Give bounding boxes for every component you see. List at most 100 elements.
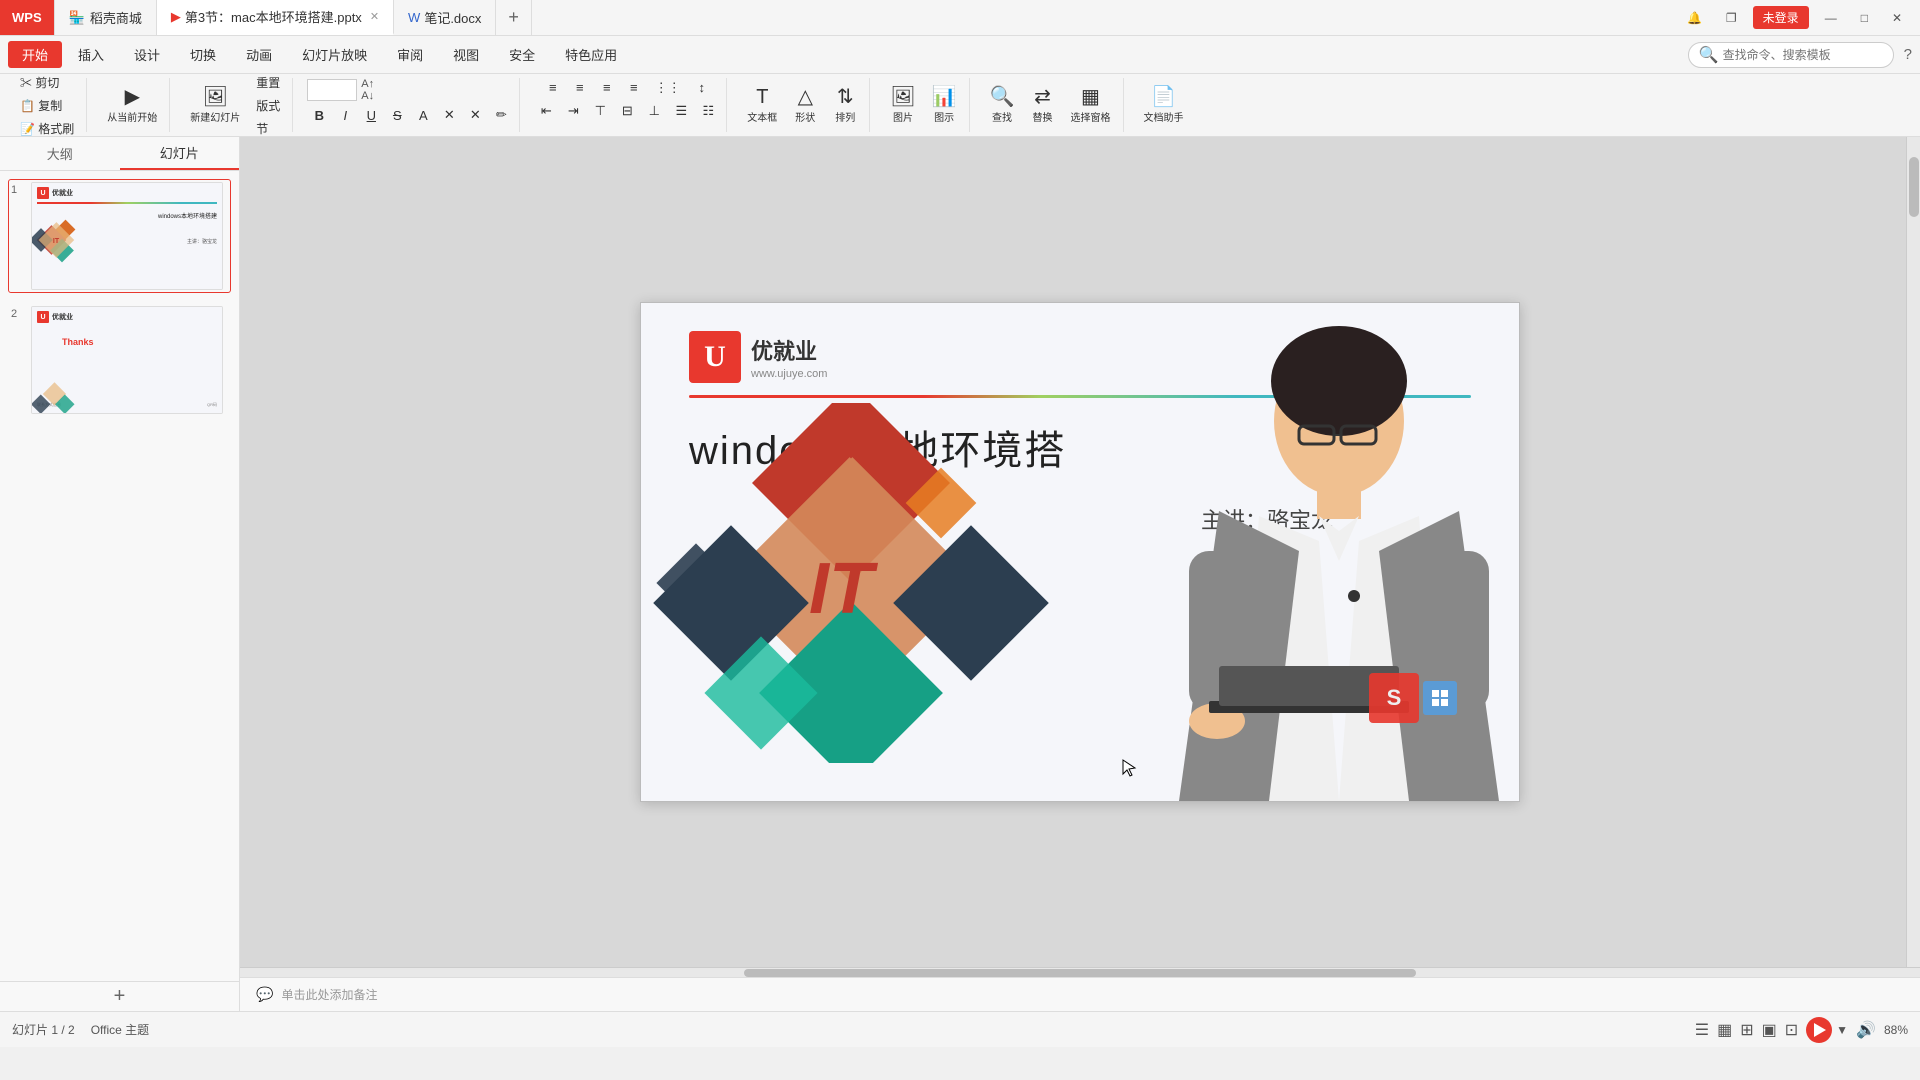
ribbon-tab-view[interactable]: 视图	[439, 41, 493, 68]
restore-icon[interactable]: ❐	[1718, 9, 1745, 27]
tab-pptx[interactable]: ▶ 第3节：mac本地环境搭建.pptx ✕	[157, 0, 394, 35]
audio-icon[interactable]: 🔊	[1856, 1020, 1876, 1040]
play-btn[interactable]: ▶ 从当前开始	[101, 85, 163, 126]
minimize-icon[interactable]: —	[1817, 9, 1845, 27]
font-size-down-btn[interactable]: A↓	[361, 90, 374, 102]
num-list-btn[interactable]: ☷	[696, 101, 720, 121]
textbox-btn[interactable]: T 文本框	[741, 85, 783, 126]
align-justify-btn[interactable]: ≡	[622, 78, 646, 98]
section-btn[interactable]: 节	[250, 118, 286, 139]
new-slide-btn[interactable]: 🖼 新建幻灯片	[184, 85, 246, 126]
slide-item-1[interactable]: 1 U 优就业	[8, 179, 231, 293]
tab-daoke[interactable]: 🏪 稻壳商城	[55, 0, 157, 35]
paste-format-btn[interactable]: 📝 格式刷	[14, 118, 80, 139]
search-bar[interactable]: 🔍	[1688, 42, 1894, 68]
read-view-icon[interactable]: ⊡	[1785, 1020, 1798, 1040]
copy-btn[interactable]: 📋 复制	[14, 95, 80, 116]
list-btn[interactable]: ☰	[669, 101, 693, 121]
cut-btn[interactable]: ✂ 剪切	[14, 72, 80, 93]
tab-outline[interactable]: 大纲	[0, 137, 120, 170]
play-slideshow-btn[interactable]	[1806, 1017, 1832, 1043]
grid-view-icon[interactable]: ⊞	[1740, 1020, 1753, 1040]
ribbon-tab-review[interactable]: 审阅	[383, 41, 437, 68]
h-scroll[interactable]	[240, 967, 1920, 977]
slide-num-1: 1	[11, 184, 27, 196]
tab-docx[interactable]: W 笔记.docx	[394, 0, 496, 35]
ribbon-tab-design[interactable]: 设计	[120, 41, 174, 68]
align-top-btn[interactable]: ⊤	[588, 101, 612, 121]
ribbon-tab-insert[interactable]: 插入	[64, 41, 118, 68]
picture-btn[interactable]: 📊 图示	[926, 85, 963, 126]
ribbon-tab-security[interactable]: 安全	[495, 41, 549, 68]
align-right-btn[interactable]: ≡	[595, 78, 619, 98]
slide-logo: U 优就业 www.ujuye.com	[689, 331, 827, 383]
clear2-btn[interactable]: ✕	[463, 105, 487, 125]
find-btn[interactable]: 🔍 查找	[984, 85, 1021, 126]
sort-btn[interactable]: ⇅ 排列	[827, 85, 863, 126]
notes-placeholder[interactable]: 单击此处添加备注	[281, 986, 377, 1003]
new-tab-btn[interactable]: +	[496, 0, 532, 35]
play-label: 从当前开始	[107, 109, 157, 124]
notification-icon[interactable]: 🔔	[1679, 9, 1710, 27]
slide-canvas[interactable]: U 优就业 www.ujuye.com windows本地环境搭 主讲：骆宝龙	[240, 137, 1920, 967]
wps-tab[interactable]: WPS	[0, 0, 55, 35]
textbox-icon: T	[756, 87, 768, 107]
bold-btn[interactable]: B	[307, 106, 331, 125]
slide-panel: 大纲 幻灯片 1 U 优就业	[0, 137, 240, 1011]
indent-left-btn[interactable]: ⇤	[534, 101, 558, 121]
tab-slides[interactable]: 幻灯片	[120, 137, 240, 170]
newslide-group: 🖼 新建幻灯片 重置 版式 节	[178, 78, 293, 132]
shape-icon: △	[798, 87, 813, 107]
image-btn[interactable]: 🖼 图片	[884, 85, 921, 126]
normal-view-icon[interactable]: ▦	[1717, 1020, 1732, 1040]
statusbar: 幻灯片 1 / 2 Office 主题 ☰ ▦ ⊞ ▣ ⊡ ▼ 🔊 88%	[0, 1011, 1920, 1047]
col-btn[interactable]: ⋮⋮	[649, 78, 687, 98]
color-btn[interactable]: A	[411, 106, 435, 125]
select-btn[interactable]: ▦ 选择窗格	[1065, 85, 1117, 126]
sort-label: 排列	[835, 109, 855, 124]
tab-docx-label: 笔记.docx	[424, 8, 481, 27]
strike-btn[interactable]: S	[385, 106, 409, 125]
underline-btn[interactable]: U	[359, 106, 383, 125]
line-space-btn[interactable]: ↕	[690, 78, 714, 98]
maximize-icon[interactable]: □	[1853, 9, 1876, 27]
ribbon-tab-start[interactable]: 开始	[8, 41, 62, 68]
slide-thumb-1: U 优就业	[31, 182, 223, 290]
v-scroll[interactable]	[1906, 137, 1920, 967]
split-view-icon[interactable]: ▣	[1762, 1020, 1777, 1040]
add-slide-btn[interactable]: +	[0, 981, 239, 1011]
theme-info: Office 主题	[91, 1021, 149, 1038]
italic-btn[interactable]: I	[333, 106, 357, 125]
indent-right-btn[interactable]: ⇥	[561, 101, 585, 121]
pen-btn[interactable]: ✏	[489, 105, 513, 125]
format-btn[interactable]: 版式	[250, 95, 286, 116]
ribbon-tab-transition[interactable]: 切换	[176, 41, 230, 68]
clear-btn[interactable]: ✕	[437, 105, 461, 125]
ribbon-tab-special[interactable]: 特色应用	[551, 41, 631, 68]
slide-item-2[interactable]: 2 U 优就业 Thanks 联系方式信息QR码	[8, 303, 231, 417]
h-scroll-thumb[interactable]	[744, 969, 1416, 977]
align-middle-btn[interactable]: ⊟	[615, 101, 639, 121]
ribbon-tab-animation[interactable]: 动画	[232, 41, 286, 68]
font-size-input[interactable]: 0	[307, 79, 357, 101]
shape-btn[interactable]: △ 形状	[787, 85, 823, 126]
v-scroll-thumb[interactable]	[1909, 157, 1919, 217]
daoke-icon: 🏪	[69, 10, 85, 26]
list-view-icon[interactable]: ☰	[1695, 1020, 1709, 1040]
replace-btn[interactable]: ⇄ 替换	[1025, 85, 1061, 126]
reset-btn[interactable]: 重置	[250, 72, 286, 93]
align-center-btn[interactable]: ≡	[568, 78, 592, 98]
close-window-icon[interactable]: ✕	[1884, 9, 1910, 27]
font-size-up-btn[interactable]: A↑	[361, 78, 374, 90]
align-left-btn[interactable]: ≡	[541, 78, 565, 98]
assistant-btn[interactable]: 📄 文档助手	[1138, 85, 1190, 126]
help-icon[interactable]: ?	[1904, 46, 1912, 63]
slide-thumb-2: U 优就业 Thanks 联系方式信息QR码	[31, 306, 223, 414]
font-group: 0 A↑ A↓ B I U S A ✕ ✕ ✏	[301, 78, 520, 132]
unreg-button[interactable]: 未登录	[1753, 6, 1809, 29]
ribbon-tab-slideshow[interactable]: 幻灯片放映	[288, 41, 381, 68]
close-pptx-icon[interactable]: ✕	[370, 10, 379, 23]
play-dropdown-icon[interactable]: ▼	[1836, 1023, 1848, 1037]
search-input[interactable]	[1723, 48, 1883, 62]
align-bottom-btn[interactable]: ⊥	[642, 101, 666, 121]
